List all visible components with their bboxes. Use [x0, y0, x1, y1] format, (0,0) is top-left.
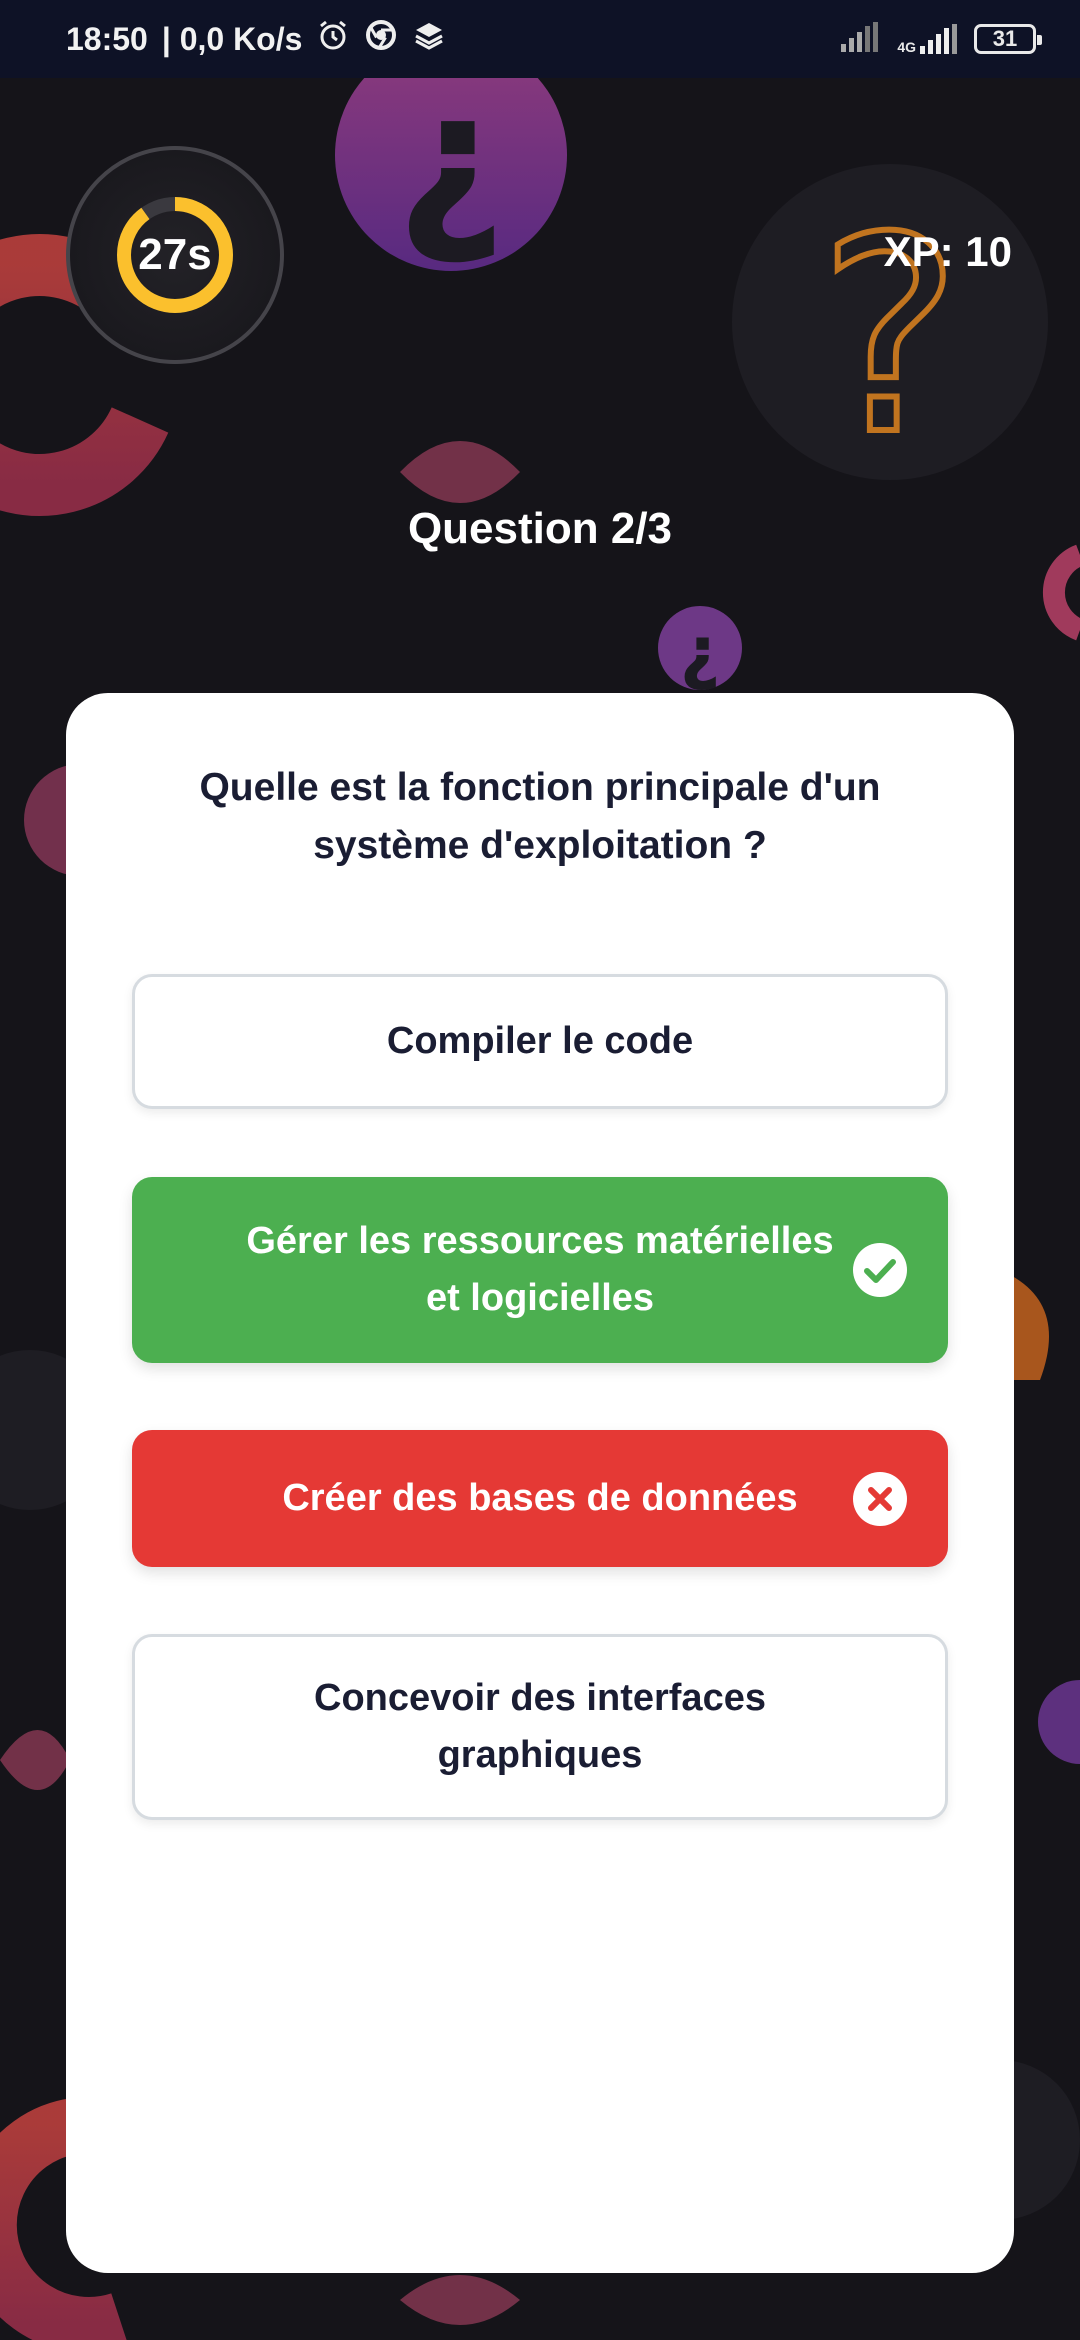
- signal-4g-icon: 4G: [897, 24, 958, 54]
- answer-option-3[interactable]: Créer des bases de données: [132, 1430, 948, 1567]
- svg-text:¿: ¿: [396, 78, 506, 270]
- timer: 27s: [66, 146, 284, 364]
- network-type: 4G: [897, 39, 916, 55]
- signal-icon: [839, 21, 881, 57]
- answer-option-4[interactable]: Concevoir des interfaces graphiques: [132, 1634, 948, 1820]
- svg-text:¿: ¿: [680, 611, 721, 693]
- status-network-speed: | 0,0 Ko/s: [161, 20, 303, 57]
- alarm-icon: [316, 18, 350, 60]
- svg-text:?: ?: [818, 179, 961, 494]
- question-text: Quelle est la fonction principale d'un s…: [199, 766, 881, 867]
- chrome-icon: [364, 18, 398, 60]
- answer-option-2[interactable]: Gérer les ressources matérielles et logi…: [132, 1177, 948, 1363]
- question-counter: Question 2/3: [407, 504, 673, 553]
- question-card: Quelle est la fonction principale d'un s…: [66, 693, 1014, 2273]
- check-circle-icon: [853, 1243, 907, 1297]
- status-time: 18:50: [66, 20, 148, 57]
- status-right: 4G 31: [839, 21, 1042, 57]
- status-bar: 18:50 | 0,0 Ko/s 4G 31: [0, 0, 1080, 78]
- battery-icon: 31: [974, 24, 1042, 54]
- answer-option-1[interactable]: Compiler le code: [132, 974, 948, 1109]
- x-circle-icon: [853, 1471, 907, 1526]
- battery-level: 31: [992, 26, 1018, 51]
- timer-label: 27s: [138, 230, 212, 279]
- answer-option-label: Créer des bases de données: [282, 1477, 798, 1519]
- xp-counter: XP: 10: [883, 228, 1012, 275]
- status-left: 18:50 | 0,0 Ko/s: [66, 18, 446, 60]
- layers-icon: [412, 18, 446, 60]
- answer-option-label: Gérer les ressources matérielles et logi…: [246, 1220, 834, 1319]
- answer-option-label: Compiler le code: [386, 1020, 694, 1062]
- answer-option-label: Concevoir des interfaces graphiques: [314, 1677, 766, 1776]
